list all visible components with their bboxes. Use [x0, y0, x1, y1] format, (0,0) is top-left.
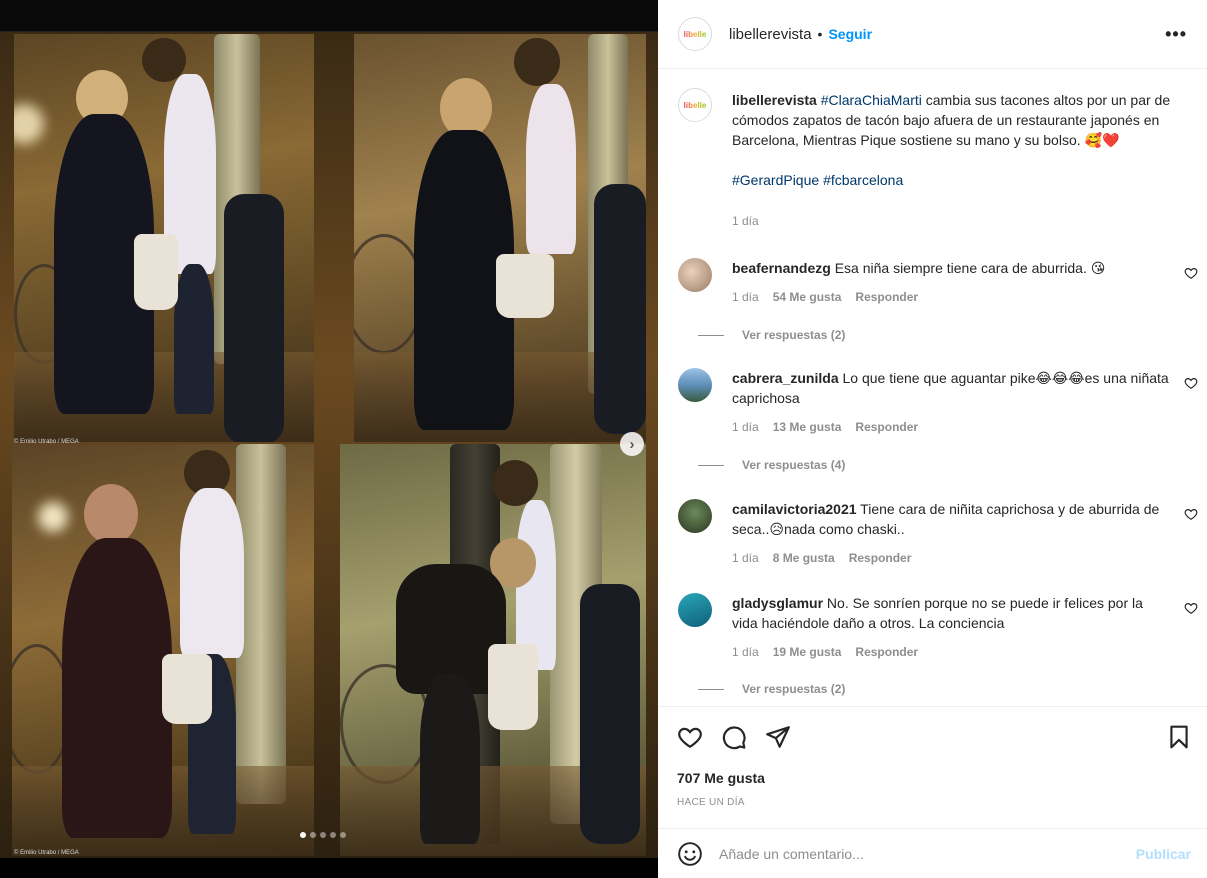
comment-meta: 1 día 54 Me gusta Responder: [732, 290, 918, 304]
heart-icon[interactable]: [1184, 376, 1198, 390]
comment-meta: 1 día 19 Me gusta Responder: [732, 645, 918, 659]
photo-collage: © Emilio Utrabo / MEGA © Emilio Utrabo /…: [0, 32, 658, 858]
comment: gladysglamur No. Se sonríen porque no se…: [678, 593, 1198, 706]
comment-composer: Publicar: [658, 828, 1207, 878]
comment-username[interactable]: camilavictoria2021: [732, 501, 857, 517]
reply-button[interactable]: Responder: [855, 420, 918, 434]
avatar[interactable]: libelle: [678, 17, 712, 51]
publish-button[interactable]: Publicar: [1136, 846, 1191, 862]
reply-button[interactable]: Responder: [855, 645, 918, 659]
author-username[interactable]: libellerevista: [729, 26, 812, 43]
photo-bottom-left: [12, 444, 314, 856]
comment-emoji: 😂😂😂: [1035, 370, 1085, 386]
bookmark-icon[interactable]: [1166, 724, 1192, 750]
reply-button[interactable]: Responder: [855, 290, 918, 304]
carousel-dot: [320, 832, 326, 838]
comment-time[interactable]: 1 día: [732, 290, 759, 304]
comment-username[interactable]: gladysglamur: [732, 595, 823, 611]
heart-icon[interactable]: [677, 724, 703, 750]
comment-likes[interactable]: 13 Me gusta: [773, 420, 842, 434]
post-timestamp[interactable]: HACE UN DÍA: [677, 797, 745, 808]
follow-button[interactable]: Seguir: [828, 26, 872, 42]
comment-username[interactable]: beafernandezg: [732, 260, 831, 276]
more-options-icon[interactable]: •••: [1165, 24, 1187, 45]
comment: beafernandezg Esa niña siempre tiene car…: [678, 258, 1198, 368]
hashtag-link[interactable]: #GerardPique: [732, 172, 819, 188]
avatar-logo-text: libelle: [683, 29, 707, 39]
comment-input[interactable]: [719, 845, 1136, 862]
comment-text: beafernandezg Esa niña siempre tiene car…: [732, 258, 1172, 278]
comment-body: Esa niña siempre tiene cara de aburrida.: [834, 260, 1087, 276]
hashtag-link[interactable]: #fcbarcelona: [823, 172, 903, 188]
avatar[interactable]: [678, 368, 712, 402]
comment-time[interactable]: 1 día: [732, 551, 759, 565]
view-replies-button[interactable]: Ver respuestas (2): [698, 682, 845, 696]
photo-top-right: [354, 34, 646, 442]
heart-icon[interactable]: [1184, 266, 1198, 280]
comment-body-continued: nada como chaski..: [783, 521, 905, 537]
avatar-logo-text: libelle: [683, 100, 707, 110]
caption-emojis: 🥰❤️: [1084, 132, 1120, 148]
carousel-dot: [310, 832, 316, 838]
avatar[interactable]: [678, 499, 712, 533]
comment-emoji: 😥: [769, 521, 784, 537]
reply-button[interactable]: Responder: [849, 551, 912, 565]
comment-time[interactable]: 1 día: [732, 645, 759, 659]
photo-credit: © Emilio Utrabo / MEGA: [14, 439, 79, 445]
heart-icon[interactable]: [1184, 601, 1198, 615]
comment-time[interactable]: 1 día: [732, 420, 759, 434]
comment-likes[interactable]: 54 Me gusta: [773, 290, 842, 304]
hashtag-link[interactable]: #ClaraChiaMarti: [821, 92, 922, 108]
avatar[interactable]: libelle: [678, 88, 712, 122]
post-header: libelle libellerevista • Seguir •••: [658, 0, 1207, 69]
heart-icon[interactable]: [1184, 507, 1198, 521]
avatar[interactable]: [678, 258, 712, 292]
comment-likes[interactable]: 19 Me gusta: [773, 645, 842, 659]
caption: libelle libellerevista #ClaraChiaMarti c…: [678, 88, 1198, 238]
photo-top-left: [14, 34, 314, 442]
comments-list[interactable]: libelle libellerevista #ClaraChiaMarti c…: [658, 70, 1207, 706]
caption-time[interactable]: 1 día: [732, 214, 759, 228]
avatar[interactable]: [678, 593, 712, 627]
comment-emoji: 😘: [1090, 260, 1106, 276]
carousel-dot-active: [300, 832, 306, 838]
comment-icon[interactable]: [721, 724, 747, 750]
comment-text: cabrera_zunilda Lo que tiene que aguanta…: [732, 368, 1172, 408]
media-top-strip: [0, 0, 658, 32]
chevron-right-icon[interactable]: ›: [620, 432, 644, 456]
comment-likes[interactable]: 8 Me gusta: [773, 551, 835, 565]
photo-bottom-right: [340, 444, 646, 856]
comment-username[interactable]: cabrera_zunilda: [732, 370, 839, 386]
comment-meta: 1 día 8 Me gusta Responder: [732, 551, 911, 565]
share-icon[interactable]: [765, 724, 791, 750]
caption-meta: 1 día: [732, 214, 759, 228]
comment: camilavictoria2021 Tiene cara de niñita …: [678, 499, 1198, 589]
comment-text: camilavictoria2021 Tiene cara de niñita …: [732, 499, 1172, 539]
carousel-dot: [330, 832, 336, 838]
comment-text: gladysglamur No. Se sonríen porque no se…: [732, 593, 1172, 633]
photo-credit-2: © Emilio Utrabo / MEGA: [14, 850, 79, 856]
separator-dot: •: [817, 26, 823, 42]
comment-meta: 1 día 13 Me gusta Responder: [732, 420, 918, 434]
post-actions: 707 Me gusta HACE UN DÍA: [658, 706, 1207, 828]
view-replies-button[interactable]: Ver respuestas (2): [698, 328, 845, 342]
post-side-panel: libelle libellerevista • Seguir ••• libe…: [658, 0, 1207, 878]
likes-count[interactable]: 707 Me gusta: [677, 770, 765, 786]
carousel-dot: [340, 832, 346, 838]
caption-text: libellerevista #ClaraChiaMarti cambia su…: [732, 90, 1172, 190]
comment-body: Lo que tiene que aguantar pike: [842, 370, 1036, 386]
post-media: © Emilio Utrabo / MEGA © Emilio Utrabo /…: [0, 0, 658, 878]
caption-username[interactable]: libellerevista: [732, 92, 817, 108]
comment: cabrera_zunilda Lo que tiene que aguanta…: [678, 368, 1198, 498]
emoji-icon[interactable]: [677, 841, 703, 867]
carousel-indicator: [300, 832, 346, 838]
view-replies-button[interactable]: Ver respuestas (4): [698, 458, 845, 472]
